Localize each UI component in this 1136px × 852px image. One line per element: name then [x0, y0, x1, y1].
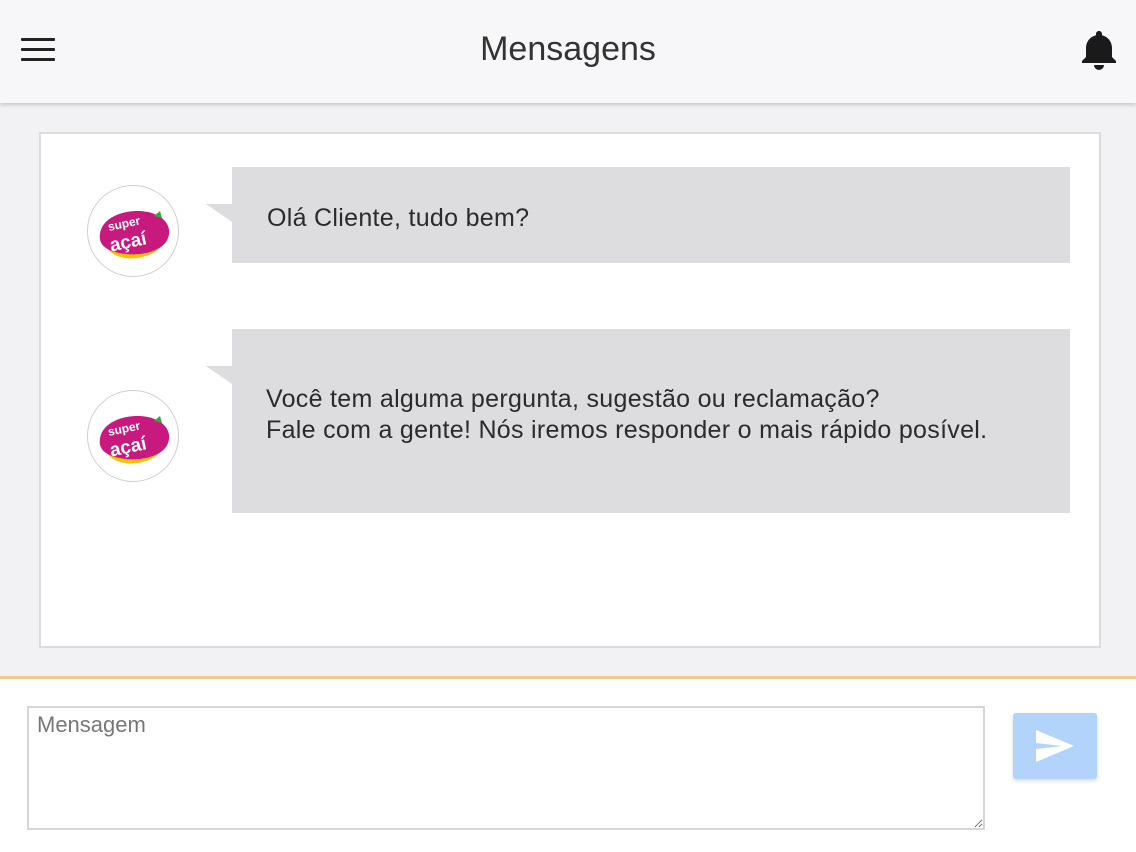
chat-messages-panel[interactable]: super açaí Olá Cliente, tudo bem? super … [39, 132, 1101, 648]
message-bubble: Você tem alguma pergunta, sugestão ou re… [206, 329, 1070, 513]
page-title: Mensagens [480, 30, 656, 68]
message-bubble: Olá Cliente, tudo bem? [206, 167, 1070, 263]
header: Mensagens [0, 0, 1136, 103]
send-icon [1036, 730, 1074, 762]
super-acai-logo-icon: super açaí [99, 415, 170, 464]
app: Mensagens super açaí Olá Cliente, tudo b [0, 0, 1136, 852]
message-text: Olá Cliente, tudo bem? [267, 204, 530, 232]
bell-icon[interactable] [1078, 28, 1120, 72]
super-acai-logo-icon: super açaí [99, 210, 170, 259]
send-button[interactable] [1013, 713, 1097, 779]
super-acai-logo-avatar: super açaí [87, 390, 179, 482]
message-text-line: Fale com a gente! Nós iremos responder o… [266, 416, 988, 444]
message-input[interactable] [27, 706, 985, 830]
message-text-line: Você tem alguma pergunta, sugestão ou re… [266, 385, 880, 413]
super-acai-logo-avatar: super açaí [87, 185, 179, 277]
